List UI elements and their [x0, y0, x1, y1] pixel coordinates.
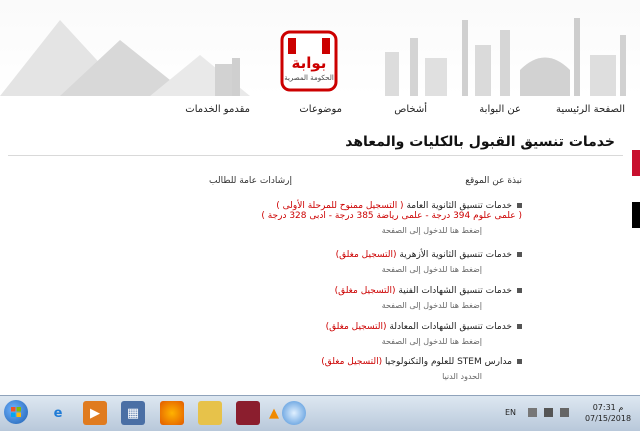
service-name[interactable]: خدمات تنسيق الشهادات الفنية	[398, 286, 512, 296]
archive-icon[interactable]	[236, 401, 260, 425]
service-enter-link[interactable]: إضغط هنا للدخول إلى الصفحة	[162, 301, 482, 310]
service-minimum-scores-link[interactable]: الحدود الدنيا	[162, 372, 482, 381]
bullet-icon	[517, 359, 522, 364]
service-name[interactable]: خدمات تنسيق الشهادات المعادلة	[389, 322, 512, 332]
bullet-icon	[517, 288, 522, 293]
nav-about[interactable]: عن البوابة	[479, 104, 521, 115]
gallery-icon[interactable]: ▦	[121, 401, 145, 425]
title-bar: خدمات تنسيق القبول بالكليات والمعاهد	[8, 128, 623, 156]
logo-subtitle: الحكومة المصرية	[284, 74, 334, 82]
service-status: (التسجيل مغلق)	[325, 322, 387, 332]
bullet-icon	[517, 252, 522, 257]
clock-date: 07/15/2018	[584, 414, 632, 423]
service-name[interactable]: مدارس STEM للعلوم والتكنولوجيا	[385, 357, 512, 367]
nav-people[interactable]: أشخاص	[394, 104, 427, 115]
egypt-flag-strip	[632, 150, 640, 228]
portal-page: بوابة الحكومة المصرية الصفحة الرئيسية عن…	[0, 0, 640, 395]
internet-explorer-icon[interactable]: e	[46, 401, 70, 425]
network-icon[interactable]	[544, 408, 553, 417]
student-guide-link[interactable]: إرشادات عامة للطالب	[209, 176, 292, 186]
header-banner: بوابة الحكومة المصرية	[0, 0, 640, 96]
service-status: ( التسجيل ممنوح للمرحلة الأولى )	[276, 201, 404, 211]
about-site-link[interactable]: نبذة عن الموقع	[465, 176, 522, 186]
service-status: (التسجيل مغلق)	[335, 250, 397, 260]
nav-home[interactable]: الصفحة الرئيسية	[556, 104, 625, 115]
system-clock[interactable]: م 07:31 07/15/2018	[580, 402, 636, 424]
language-indicator[interactable]: EN	[505, 408, 516, 417]
service-status: (التسجيل مغلق)	[334, 286, 396, 296]
firefox-icon[interactable]	[160, 401, 184, 425]
service-item-technical: خدمات تنسيق الشهادات الفنية (التسجيل مغل…	[162, 286, 522, 310]
portal-logo[interactable]: بوابة الحكومة المصرية	[276, 30, 342, 92]
volume-icon[interactable]	[560, 408, 569, 417]
service-item-general-secondary: خدمات تنسيق الثانوية العامة ( التسجيل مم…	[162, 201, 522, 235]
service-item-azhar: خدمات تنسيق الثانوية الأزهرية (التسجيل م…	[162, 250, 522, 274]
main-nav: الصفحة الرئيسية عن البوابة أشخاص موضوعات…	[170, 100, 625, 126]
tray-flag-icon[interactable]	[528, 408, 537, 417]
nav-topics[interactable]: موضوعات	[299, 104, 342, 115]
bullet-icon	[517, 203, 522, 208]
browser-icon[interactable]	[282, 401, 306, 425]
service-status: (التسجيل مغلق)	[321, 357, 383, 367]
service-name[interactable]: خدمات تنسيق الثانوية العامة	[406, 201, 512, 211]
clock-time: م 07:31	[592, 403, 624, 412]
service-name[interactable]: خدمات تنسيق الثانوية الأزهرية	[399, 250, 512, 260]
service-enter-link[interactable]: إضغط هنا للدخول إلى الصفحة	[162, 226, 482, 235]
page-title: خدمات تنسيق القبول بالكليات والمعاهد	[345, 134, 615, 150]
service-enter-link[interactable]: إضغط هنا للدخول إلى الصفحة	[162, 265, 482, 274]
service-cutoff-scores: ( علمى علوم 394 درجة - علمى رياضة 385 در…	[261, 211, 522, 221]
nav-service-providers[interactable]: مقدمو الخدمات	[185, 104, 250, 115]
logo-wordmark: بوابة	[291, 54, 327, 72]
service-enter-link[interactable]: إضغط هنا للدخول إلى الصفحة	[162, 337, 482, 346]
windows-start-icon[interactable]	[4, 400, 28, 424]
service-item-equivalent: خدمات تنسيق الشهادات المعادلة (التسجيل م…	[162, 322, 522, 346]
folder-icon[interactable]	[198, 401, 222, 425]
media-player-icon[interactable]: ▶	[83, 401, 107, 425]
bullet-icon	[517, 324, 522, 329]
service-item-stem: مدارس STEM للعلوم والتكنولوجيا (التسجيل …	[162, 357, 522, 381]
windows-taskbar: e ▶ ▦ ▲ EN م 07:31 07/15/2018	[0, 395, 640, 431]
